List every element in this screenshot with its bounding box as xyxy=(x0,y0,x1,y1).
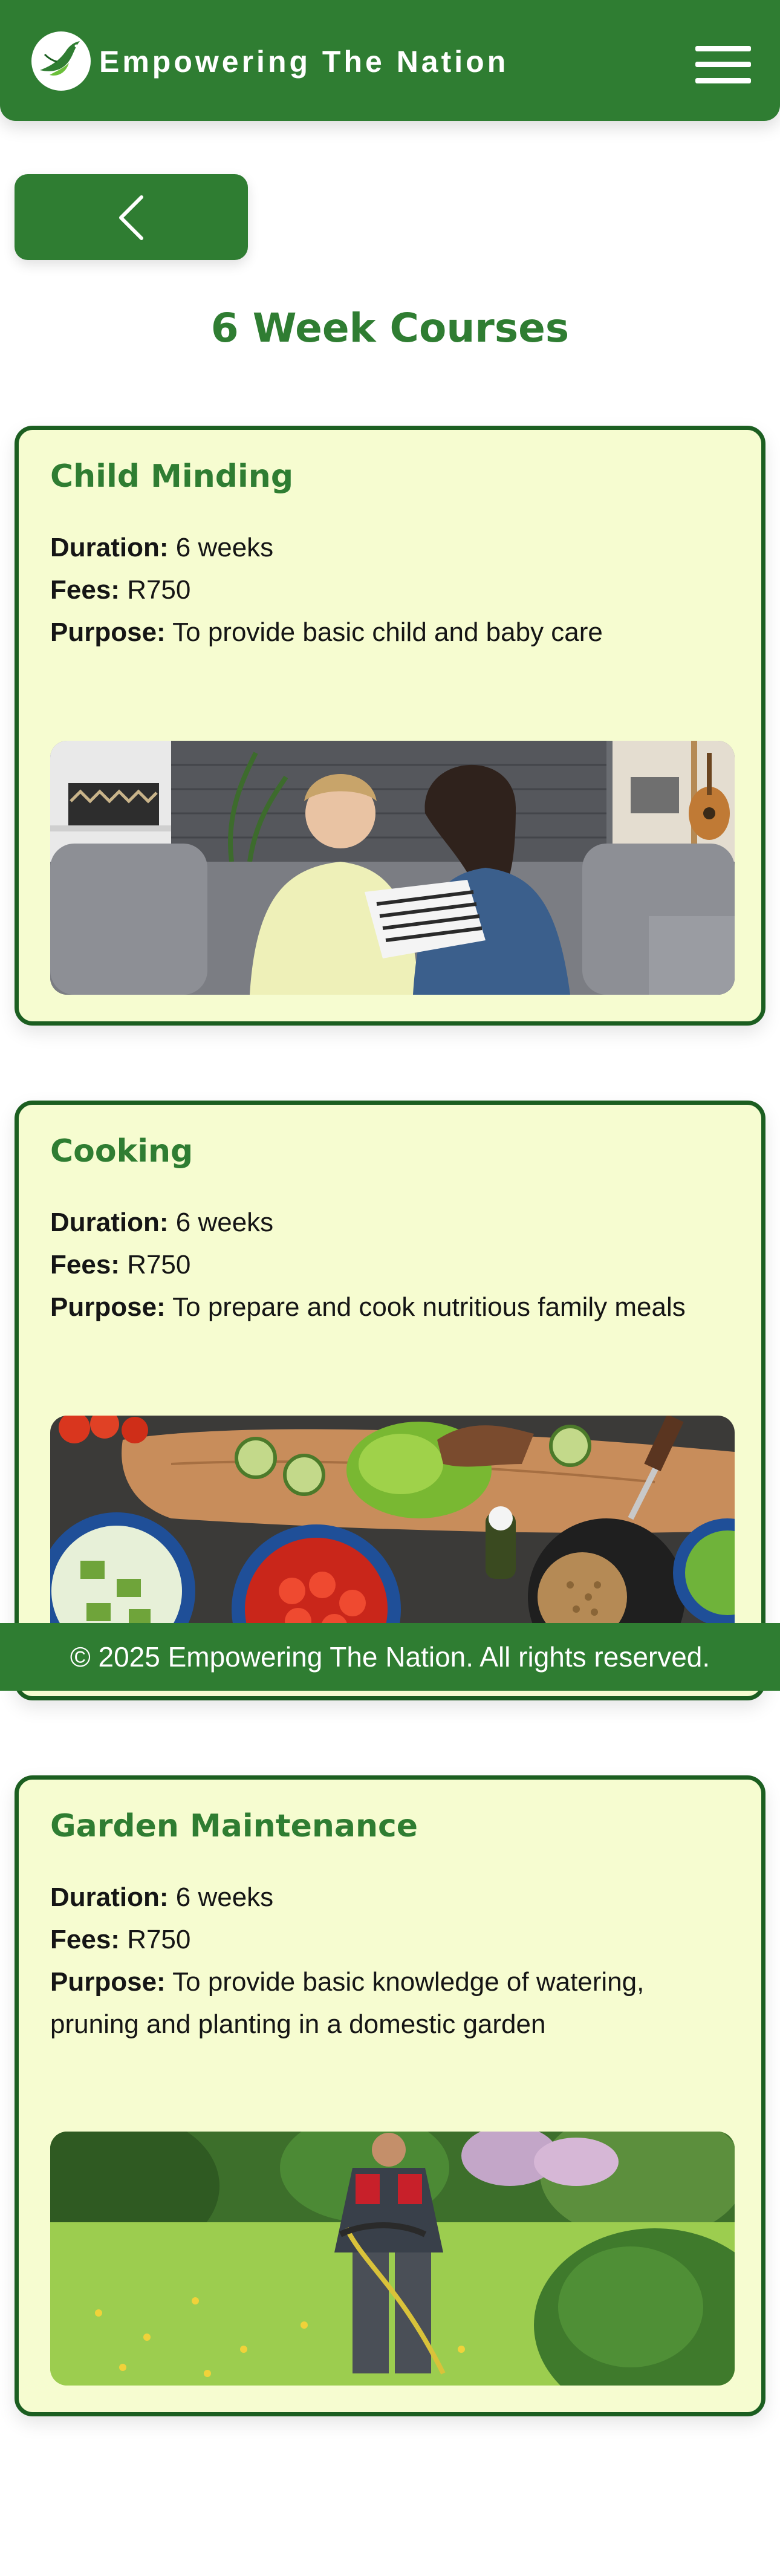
purpose-label: Purpose: xyxy=(50,617,166,647)
purpose-value: To prepare and cook nutritious family me… xyxy=(172,1292,686,1322)
purpose-row: Purpose: To provide basic knowledge of w… xyxy=(50,1961,733,2046)
site-footer: © 2025 Empowering The Nation. All rights… xyxy=(0,1623,780,1691)
course-card: Cooking Duration: 6 weeks Fees: R750 Pur… xyxy=(15,1101,765,1700)
duration-value: 6 weeks xyxy=(175,533,274,562)
fees-row: Fees: R750 xyxy=(50,1919,733,1961)
menu-bar xyxy=(695,46,751,51)
back-button[interactable] xyxy=(15,174,248,260)
purpose-row: Purpose: To provide basic child and baby… xyxy=(50,611,733,654)
fees-row: Fees: R750 xyxy=(50,569,733,611)
fees-label: Fees: xyxy=(50,575,120,605)
fees-label: Fees: xyxy=(50,1250,120,1280)
dove-leaf-icon[interactable] xyxy=(31,31,91,91)
duration-label: Duration: xyxy=(50,1882,169,1912)
mother-and-child-reading-photo xyxy=(50,741,735,995)
page-title: 6 Week Courses xyxy=(210,305,570,351)
course-info: Duration: 6 weeks Fees: R750 Purpose: To… xyxy=(50,1202,733,1329)
duration-label: Duration: xyxy=(50,1208,169,1237)
purpose-label: Purpose: xyxy=(50,1967,166,1997)
duration-value: 6 weeks xyxy=(175,1208,274,1237)
purpose-value: To provide basic child and baby care xyxy=(172,617,603,647)
course-title: Cooking xyxy=(50,1133,193,1169)
fees-row: Fees: R750 xyxy=(50,1244,733,1286)
menu-bar xyxy=(695,62,751,67)
menu-bar xyxy=(695,78,751,83)
hamburger-menu-icon[interactable] xyxy=(695,46,751,83)
fees-value: R750 xyxy=(127,1925,191,1954)
fees-value: R750 xyxy=(127,1250,191,1280)
site-brand[interactable]: Empowering The Nation xyxy=(99,42,509,81)
site-header: Empowering The Nation xyxy=(0,0,780,121)
duration-row: Duration: 6 weeks xyxy=(50,1202,733,1244)
fees-label: Fees: xyxy=(50,1925,120,1954)
duration-value: 6 weeks xyxy=(175,1882,274,1912)
duration-row: Duration: 6 weeks xyxy=(50,527,733,569)
duration-label: Duration: xyxy=(50,533,169,562)
chevron-left-icon xyxy=(119,195,143,240)
course-title: Child Minding xyxy=(50,458,294,495)
gardener-trimming-grass-photo xyxy=(50,2132,735,2386)
duration-row: Duration: 6 weeks xyxy=(50,1876,733,1919)
fees-value: R750 xyxy=(127,575,191,605)
purpose-label: Purpose: xyxy=(50,1292,166,1322)
course-title: Garden Maintenance xyxy=(50,1808,418,1844)
purpose-row: Purpose: To prepare and cook nutritious … xyxy=(50,1286,733,1329)
course-info: Duration: 6 weeks Fees: R750 Purpose: To… xyxy=(50,527,733,654)
course-card: Garden Maintenance Duration: 6 weeks Fee… xyxy=(15,1775,765,2416)
course-info: Duration: 6 weeks Fees: R750 Purpose: To… xyxy=(50,1876,733,2046)
course-card: Child Minding Duration: 6 weeks Fees: R7… xyxy=(15,426,765,1026)
